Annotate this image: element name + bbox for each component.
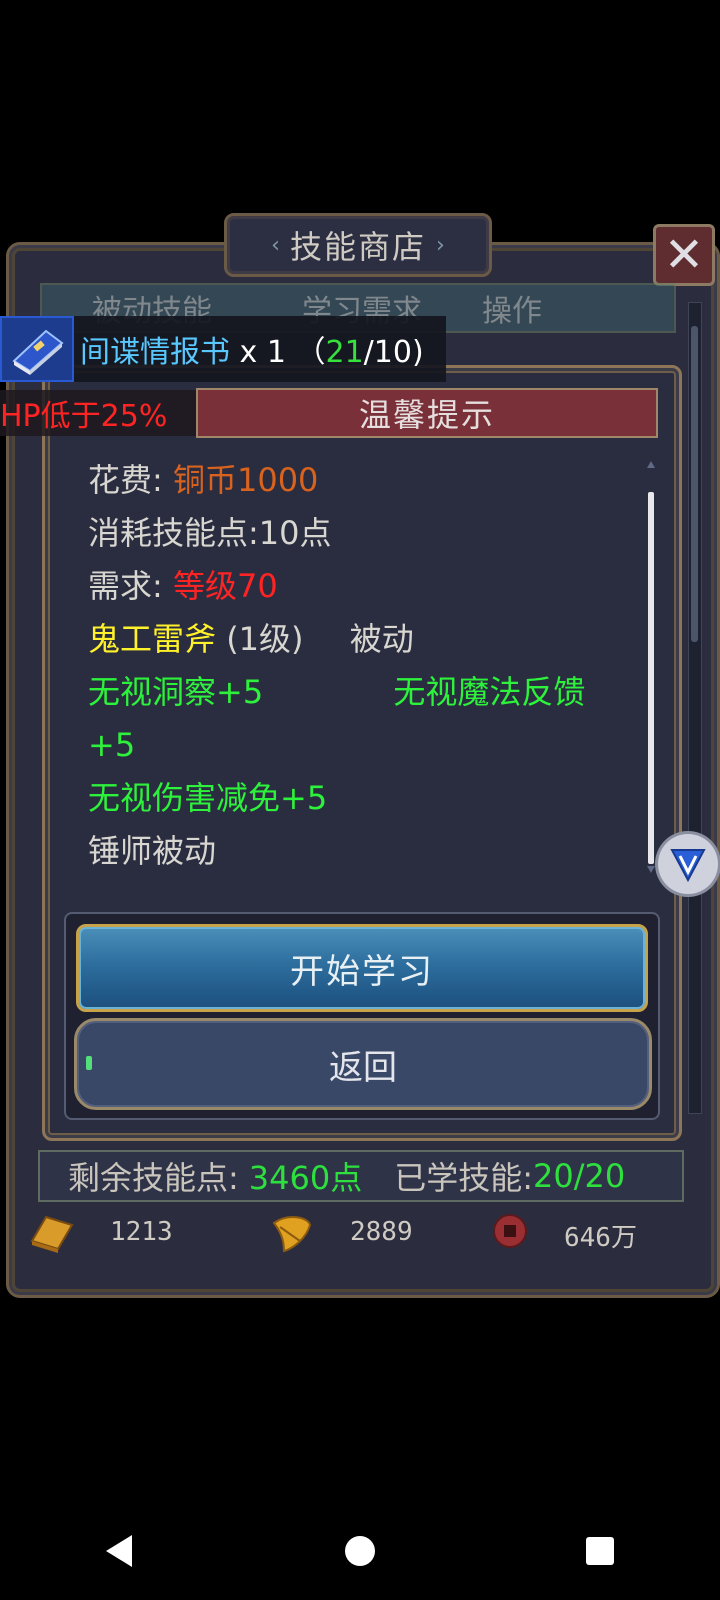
close-button[interactable]: ✕	[653, 224, 715, 286]
shop-title-plate: ‹ 技能商店 ›	[224, 213, 492, 277]
skill-points-bar: 剩余技能点: 3460点 已学技能: 20/20	[38, 1150, 684, 1202]
dialog-title-bar: 温馨提示	[196, 388, 658, 438]
back-button[interactable]: 返回	[74, 1018, 652, 1110]
skill-type: 被动	[349, 620, 414, 658]
leaf-amount: 2889	[350, 1217, 413, 1247]
leaf-icon	[270, 1211, 314, 1259]
back-triangle-icon[interactable]	[102, 1533, 138, 1573]
chevron-right-icon: ›	[436, 232, 445, 258]
cost-value: 铜币1000	[172, 461, 319, 499]
gold-amount: 1213	[110, 1217, 173, 1247]
close-icon: ✕	[663, 227, 705, 283]
effect-magic-feedback: 无视魔法反馈	[393, 673, 586, 711]
item-count-need: /10)	[363, 335, 424, 370]
back-label: 返回	[329, 1047, 397, 1088]
navigation-bar	[0, 1506, 720, 1600]
effect-insight: 无视洞察+5	[88, 673, 264, 711]
hp-warning-text: HP低于25%	[0, 399, 168, 434]
learned-skills-label: 已学技能:	[394, 1159, 534, 1197]
coin-amount: 646万	[564, 1223, 637, 1253]
skill-name: 鬼工雷斧	[88, 620, 217, 658]
skill-list-scroll-thumb[interactable]	[691, 326, 698, 642]
dialog-scroll-thumb[interactable]	[648, 492, 654, 864]
requirement-value: 等级70	[172, 567, 278, 605]
start-learning-label: 开始学习	[290, 951, 434, 992]
copper-coin-icon	[490, 1211, 530, 1255]
hp-warning: HP低于25%	[0, 390, 196, 436]
shop-title: 技能商店	[289, 228, 426, 266]
currency-row: 1213 2889 646万	[20, 1205, 700, 1261]
back-indicator	[86, 1056, 92, 1070]
recents-square-icon[interactable]	[582, 1533, 618, 1573]
requirement-line: 需求: 等级70	[88, 560, 644, 613]
skill-level: (1级)	[226, 620, 304, 658]
remaining-points-label: 剩余技能点:	[68, 1159, 239, 1197]
skill-points-line: 消耗技能点:10点	[88, 514, 332, 552]
cost-line: 花费: 铜币1000	[88, 454, 644, 507]
item-count-open: （	[295, 335, 326, 370]
blue-book-icon	[0, 316, 74, 382]
dialog-content: 花费: 铜币1000 消耗技能点:10点 需求: 等级70 鬼工雷斧 (1级) …	[88, 454, 644, 880]
effect-damage-reduction: 无视伤害减免+5	[88, 779, 328, 817]
item-name: 间谍情报书	[80, 335, 230, 370]
skill-description: 锤师被动	[88, 832, 217, 870]
header-action: 操作	[482, 294, 542, 329]
requirement-label: 需求:	[88, 567, 163, 605]
remaining-points-value: 3460点	[248, 1159, 363, 1197]
item-count-have: 21	[325, 335, 364, 370]
learned-skills-value: 20/20	[533, 1157, 626, 1195]
dialog-title: 温馨提示	[358, 396, 495, 434]
item-notification: 间谍情报书 x 1 （21/10)	[0, 316, 446, 382]
item-text: 间谍情报书 x 1 （21/10)	[80, 327, 424, 371]
effect-line-1: 无视洞察+5 无视魔法反馈	[88, 666, 644, 719]
skill-line: 鬼工雷斧 (1级) 被动	[88, 613, 644, 666]
item-quantity: x 1	[239, 335, 286, 370]
start-learning-button[interactable]: 开始学习	[76, 924, 648, 1012]
effect-magic-feedback-value: +5	[88, 726, 136, 764]
cost-label: 花费:	[88, 461, 163, 499]
home-circle-icon[interactable]	[342, 1533, 378, 1573]
gold-ingot-icon	[28, 1211, 76, 1259]
chevron-left-icon: ‹	[271, 232, 280, 258]
v-shield-icon[interactable]	[658, 834, 718, 894]
